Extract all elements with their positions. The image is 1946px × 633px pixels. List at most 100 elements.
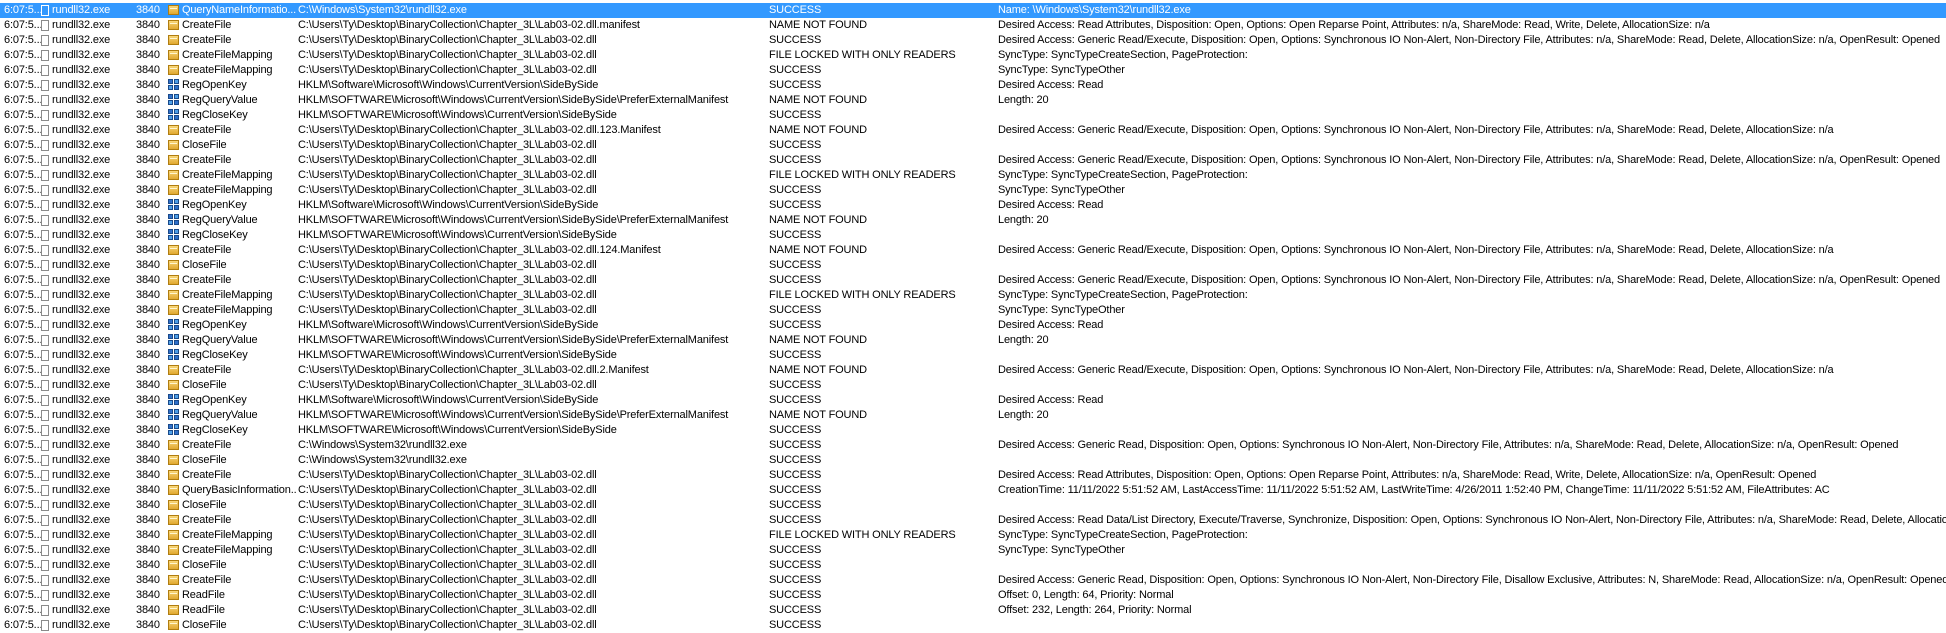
table-row[interactable]: 6:07:5... rundll32.exe 3840 RegOpenKey HKLM\… xyxy=(0,198,1946,213)
table-row[interactable]: 6:07:5... rundll32.exe 3840 CreateFile C:\Us… xyxy=(0,573,1946,588)
table-row[interactable]: 6:07:5... rundll32.exe 3840 CreateFile C:\Wi… xyxy=(0,438,1946,453)
table-row[interactable]: 6:07:5... rundll32.exe 3840 RegQueryValue HK… xyxy=(0,93,1946,108)
path-cell: HKLM\Software\Microsoft\Windows\CurrentV… xyxy=(298,79,599,91)
table-row[interactable]: 6:07:5... rundll32.exe 3840 CreateFile C:\Us… xyxy=(0,243,1946,258)
table-row[interactable]: 6:07:5... rundll32.exe 3840 CreateFileMappi… xyxy=(0,528,1946,543)
operation-cell: CreateFile xyxy=(182,364,232,376)
table-row[interactable]: 6:07:5... rundll32.exe 3840 CloseFile C:\Use… xyxy=(0,498,1946,513)
table-row[interactable]: 6:07:5... rundll32.exe 3840 CreateFile C:\Us… xyxy=(0,273,1946,288)
document-icon xyxy=(41,124,50,137)
process-name-cell: rundll32.exe xyxy=(52,319,111,331)
time-cell: 6:07:5... xyxy=(4,199,42,211)
result-cell: SUCCESS xyxy=(769,379,822,391)
process-name-cell: rundll32.exe xyxy=(52,589,111,601)
table-row[interactable]: 6:07:5... rundll32.exe 3840 RegQueryValue HK… xyxy=(0,408,1946,423)
table-row[interactable]: 6:07:5... rundll32.exe 3840 RegCloseKey HKLM… xyxy=(0,108,1946,123)
pid-cell: 3840 xyxy=(136,259,160,271)
table-row[interactable]: 6:07:5... rundll32.exe 3840 CreateFile C:\Us… xyxy=(0,18,1946,33)
registry-icon xyxy=(167,109,181,122)
table-row[interactable]: 6:07:5... rundll32.exe 3840 RegCloseKey HKLM… xyxy=(0,348,1946,363)
table-row[interactable]: 6:07:5... rundll32.exe 3840 CreateFile C:\Us… xyxy=(0,153,1946,168)
result-cell: SUCCESS xyxy=(769,109,822,121)
table-row[interactable]: 6:07:5... rundll32.exe 3840 ReadFile C:\User… xyxy=(0,603,1946,618)
table-row[interactable]: 6:07:5... rundll32.exe 3840 CreateFile C:\Us… xyxy=(0,513,1946,528)
table-row[interactable]: 6:07:5... rundll32.exe 3840 RegCloseKey HKLM… xyxy=(0,228,1946,243)
pid-cell: 3840 xyxy=(136,34,160,46)
detail-cell: Desired Access: Generic Read/Execute, Di… xyxy=(998,274,1940,286)
path-cell: C:\Users\Ty\Desktop\BinaryCollection\Cha… xyxy=(298,34,597,46)
registry-icon xyxy=(167,424,181,437)
document-icon xyxy=(41,469,50,482)
pid-cell: 3840 xyxy=(136,439,160,451)
operation-cell: CreateFile xyxy=(182,274,232,286)
table-row[interactable]: 6:07:5... rundll32.exe 3840 RegOpenKey HKLM\… xyxy=(0,318,1946,333)
table-row[interactable]: 6:07:5... rundll32.exe 3840 CreateFileMappi… xyxy=(0,183,1946,198)
table-row[interactable]: 6:07:5... rundll32.exe 3840 RegCloseKey HKLM… xyxy=(0,423,1946,438)
operation-cell: CreateFileMapping xyxy=(182,169,273,181)
pid-cell: 3840 xyxy=(136,154,160,166)
process-name-cell: rundll32.exe xyxy=(52,184,111,196)
document-icon xyxy=(41,229,50,242)
time-cell: 6:07:5... xyxy=(4,334,42,346)
result-cell: SUCCESS xyxy=(769,34,822,46)
path-cell: HKLM\Software\Microsoft\Windows\CurrentV… xyxy=(298,199,599,211)
table-row[interactable]: 6:07:5... rundll32.exe 3840 RegQueryValue HK… xyxy=(0,213,1946,228)
pid-cell: 3840 xyxy=(136,409,160,421)
path-cell: HKLM\SOFTWARE\Microsoft\Windows\CurrentV… xyxy=(298,229,617,241)
process-name-cell: rundll32.exe xyxy=(52,94,111,106)
pid-cell: 3840 xyxy=(136,499,160,511)
process-name-cell: rundll32.exe xyxy=(52,364,111,376)
table-row[interactable]: 6:07:5... rundll32.exe 3840 CreateFileMappi… xyxy=(0,303,1946,318)
path-cell: C:\Users\Ty\Desktop\BinaryCollection\Cha… xyxy=(298,19,640,31)
time-cell: 6:07:5... xyxy=(4,94,42,106)
table-row[interactable]: 6:07:5... rundll32.exe 3840 QueryBasicInfor… xyxy=(0,483,1946,498)
pid-cell: 3840 xyxy=(136,4,160,16)
table-row[interactable]: 6:07:5... rundll32.exe 3840 CreateFile C:\Us… xyxy=(0,123,1946,138)
document-icon xyxy=(41,184,50,197)
time-cell: 6:07:5... xyxy=(4,64,42,76)
process-name-cell: rundll32.exe xyxy=(52,49,111,61)
document-icon xyxy=(41,499,50,512)
document-icon xyxy=(41,34,50,47)
pid-cell: 3840 xyxy=(136,124,160,136)
registry-icon xyxy=(167,214,181,227)
table-row[interactable]: 6:07:5... rundll32.exe 3840 CreateFileMappi… xyxy=(0,543,1946,558)
table-row[interactable]: 6:07:5... rundll32.exe 3840 ReadFile C:\User… xyxy=(0,588,1946,603)
table-row[interactable]: 6:07:5... rundll32.exe 3840 RegOpenKey HKLM\… xyxy=(0,393,1946,408)
table-row[interactable]: 6:07:5... rundll32.exe 3840 CreateFile C:\Us… xyxy=(0,363,1946,378)
path-cell: HKLM\SOFTWARE\Microsoft\Windows\CurrentV… xyxy=(298,94,729,106)
detail-cell: Length: 20 xyxy=(998,334,1049,346)
event-list[interactable]: 6:07:5... rundll32.exe 3840 QueryNameInform… xyxy=(0,3,1946,633)
table-row[interactable]: 6:07:5... rundll32.exe 3840 QueryNameInform… xyxy=(0,3,1946,18)
operation-cell: RegCloseKey xyxy=(182,109,248,121)
table-row[interactable]: 6:07:5... rundll32.exe 3840 CloseFile C:\Use… xyxy=(0,378,1946,393)
document-icon xyxy=(41,544,50,557)
result-cell: SUCCESS xyxy=(769,139,822,151)
table-row[interactable]: 6:07:5... rundll32.exe 3840 CloseFile C:\Use… xyxy=(0,618,1946,633)
file-system-icon xyxy=(167,469,181,482)
table-row[interactable]: 6:07:5... rundll32.exe 3840 RegQueryValue HK… xyxy=(0,333,1946,348)
pid-cell: 3840 xyxy=(136,49,160,61)
document-icon xyxy=(41,49,50,62)
table-row[interactable]: 6:07:5... rundll32.exe 3840 CloseFile C:\Win… xyxy=(0,453,1946,468)
table-row[interactable]: 6:07:5... rundll32.exe 3840 CreateFileMappi… xyxy=(0,168,1946,183)
detail-cell: Desired Access: Read Attributes, Disposi… xyxy=(998,19,1710,31)
path-cell: C:\Users\Ty\Desktop\BinaryCollection\Cha… xyxy=(298,139,597,151)
table-row[interactable]: 6:07:5... rundll32.exe 3840 CreateFileMappi… xyxy=(0,288,1946,303)
pid-cell: 3840 xyxy=(136,64,160,76)
document-icon xyxy=(41,4,50,17)
table-row[interactable]: 6:07:5... rundll32.exe 3840 CreateFile C:\Us… xyxy=(0,33,1946,48)
process-name-cell: rundll32.exe xyxy=(52,529,111,541)
table-row[interactable]: 6:07:5... rundll32.exe 3840 CloseFile C:\Use… xyxy=(0,558,1946,573)
table-row[interactable]: 6:07:5... rundll32.exe 3840 CreateFile C:\Us… xyxy=(0,468,1946,483)
table-row[interactable]: 6:07:5... rundll32.exe 3840 CreateFileMappi… xyxy=(0,48,1946,63)
path-cell: C:\Users\Ty\Desktop\BinaryCollection\Cha… xyxy=(298,514,597,526)
table-row[interactable]: 6:07:5... rundll32.exe 3840 CloseFile C:\Use… xyxy=(0,138,1946,153)
time-cell: 6:07:5... xyxy=(4,289,42,301)
document-icon xyxy=(41,529,50,542)
table-row[interactable]: 6:07:5... rundll32.exe 3840 RegOpenKey HKLM\… xyxy=(0,78,1946,93)
table-row[interactable]: 6:07:5... rundll32.exe 3840 CloseFile C:\Use… xyxy=(0,258,1946,273)
result-cell: SUCCESS xyxy=(769,484,822,496)
table-row[interactable]: 6:07:5... rundll32.exe 3840 CreateFileMappi… xyxy=(0,63,1946,78)
time-cell: 6:07:5... xyxy=(4,604,42,616)
